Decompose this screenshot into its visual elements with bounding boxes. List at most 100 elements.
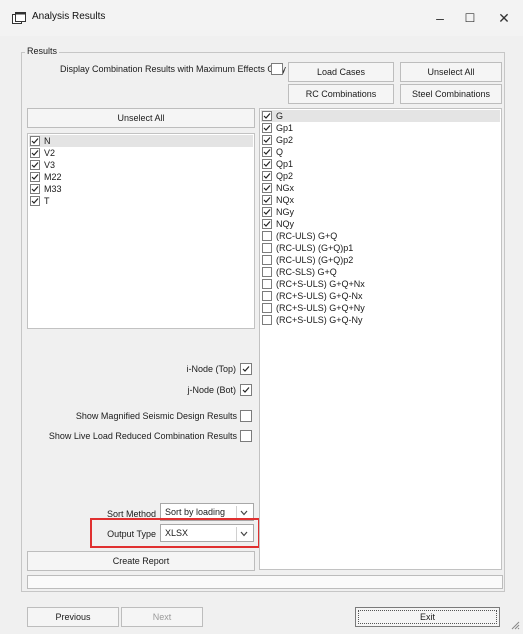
list-item[interactable]: Gp2 [262, 134, 293, 146]
output-type-value: XLSX [165, 528, 189, 538]
load-case-list[interactable]: G Gp1 Gp2 Q Qp1 Qp2 NGx NQx NGy NQy (RC-ULS) G+Q (R… [259, 108, 502, 570]
maximize-button[interactable]: ☐ [456, 8, 484, 28]
output-type-label: Output Type [107, 529, 156, 539]
rc-combinations-button[interactable]: RC Combinations [288, 84, 394, 104]
list-item[interactable]: T [30, 195, 50, 207]
list-item[interactable]: (RC-SLS) G+Q [262, 266, 337, 278]
list-item-label: N [44, 136, 51, 146]
list-item[interactable]: (RC+S-ULS) G+Q+Ny [262, 302, 365, 314]
unchecked-checkbox-icon[interactable] [262, 279, 272, 289]
i-node-checkbox[interactable] [240, 363, 252, 375]
checked-checkbox-icon[interactable] [262, 219, 272, 229]
list-item[interactable]: V2 [30, 147, 55, 159]
display-combination-checkbox[interactable] [271, 63, 283, 75]
checked-checkbox-icon[interactable] [30, 172, 40, 182]
list-item[interactable]: (RC+S-ULS) G+Q+Nx [262, 278, 365, 290]
list-item-label: (RC+S-ULS) G+Q+Ny [276, 303, 365, 313]
list-item-label: T [44, 196, 50, 206]
list-item-label: Q [276, 147, 284, 157]
minimize-button[interactable]: – [426, 8, 454, 28]
checked-checkbox-icon[interactable] [30, 136, 40, 146]
checked-checkbox-icon[interactable] [262, 207, 272, 217]
show-seismic-checkbox[interactable] [240, 410, 252, 422]
unchecked-checkbox-icon[interactable] [262, 243, 272, 253]
load-cases-button[interactable]: Load Cases [288, 62, 394, 82]
checked-checkbox-icon[interactable] [30, 196, 40, 206]
list-item[interactable]: Q [262, 146, 283, 158]
list-item-label: (RC-ULS) G+Q [276, 231, 338, 241]
checked-checkbox-icon[interactable] [262, 171, 272, 181]
checked-checkbox-icon[interactable] [262, 159, 272, 169]
exit-button[interactable]: Exit [355, 607, 500, 627]
list-item[interactable]: M22 [30, 171, 62, 183]
list-item-label: NQx [276, 195, 294, 205]
list-item[interactable]: Qp2 [262, 170, 293, 182]
list-item-label: NGy [276, 207, 294, 217]
resize-grip-icon[interactable] [510, 620, 520, 630]
app-window-icon [12, 12, 26, 24]
unchecked-checkbox-icon[interactable] [262, 291, 272, 301]
list-item[interactable]: (RC-ULS) G+Q [262, 230, 337, 242]
list-item[interactable]: M33 [30, 183, 62, 195]
list-item[interactable]: (RC+S-ULS) G+Q-Nx [262, 290, 363, 302]
unselect-all-top-button[interactable]: Unselect All [400, 62, 502, 82]
show-seismic-label: Show Magnified Seismic Design Results [75, 411, 237, 421]
previous-button[interactable]: Previous [27, 607, 119, 627]
list-item-label: (RC+S-ULS) G+Q-Ny [276, 315, 363, 325]
create-report-button[interactable]: Create Report [27, 551, 255, 571]
steel-combinations-button[interactable]: Steel Combinations [400, 84, 502, 104]
list-item[interactable]: Gp1 [262, 122, 293, 134]
list-item-label: (RC-ULS) (G+Q)p1 [276, 243, 354, 253]
checked-checkbox-icon[interactable] [262, 135, 272, 145]
unchecked-checkbox-icon[interactable] [262, 315, 272, 325]
list-item-label: M33 [44, 184, 62, 194]
j-node-label: j-Node (Bot) [187, 385, 236, 395]
list-item-label: (RC+S-ULS) G+Q+Nx [276, 279, 365, 289]
j-node-checkbox[interactable] [240, 384, 252, 396]
checked-checkbox-icon[interactable] [30, 160, 40, 170]
list-item-label: NQy [276, 219, 294, 229]
list-item-label: M22 [44, 172, 62, 182]
close-button[interactable]: ✕ [490, 8, 518, 28]
list-item[interactable]: (RC-ULS) (G+Q)p1 [262, 242, 353, 254]
checked-checkbox-icon[interactable] [262, 195, 272, 205]
list-item-label: (RC-SLS) G+Q [276, 267, 337, 277]
unselect-all-left-button[interactable]: Unselect All [27, 108, 255, 128]
list-item-label: (RC-ULS) (G+Q)p2 [276, 255, 354, 265]
checked-checkbox-icon[interactable] [30, 184, 40, 194]
list-item[interactable]: NGy [262, 206, 294, 218]
output-type-select[interactable]: XLSX [160, 524, 254, 542]
unchecked-checkbox-icon[interactable] [262, 255, 272, 265]
sort-method-value: Sort by loading [165, 507, 226, 517]
checked-checkbox-icon[interactable] [30, 148, 40, 158]
i-node-label: i-Node (Top) [186, 364, 236, 374]
list-item[interactable]: V3 [30, 159, 55, 171]
checked-checkbox-icon[interactable] [262, 123, 272, 133]
unchecked-checkbox-icon[interactable] [262, 267, 272, 277]
list-item-label: V3 [44, 160, 56, 170]
checked-checkbox-icon[interactable] [262, 183, 272, 193]
list-item[interactable]: NGx [262, 182, 294, 194]
list-item[interactable]: G [262, 110, 283, 122]
list-item[interactable]: NQx [262, 194, 294, 206]
list-item-label: V2 [44, 148, 56, 158]
next-button[interactable]: Next [121, 607, 203, 627]
list-selection-highlight [29, 135, 253, 147]
window-title: Analysis Results [32, 11, 106, 22]
unchecked-checkbox-icon[interactable] [262, 303, 272, 313]
list-item-label: Qp2 [276, 171, 294, 181]
force-component-list[interactable]: N V2 V3 M22 M33 T [27, 133, 255, 329]
list-item[interactable]: NQy [262, 218, 294, 230]
list-item[interactable]: (RC-ULS) (G+Q)p2 [262, 254, 353, 266]
checked-checkbox-icon[interactable] [262, 111, 272, 121]
show-live-load-label: Show Live Load Reduced Combination Resul… [48, 431, 237, 441]
list-item-label: Qp1 [276, 159, 294, 169]
list-item-label: G [276, 111, 284, 121]
checked-checkbox-icon[interactable] [262, 147, 272, 157]
display-combination-label: Display Combination Results with Maximum… [60, 64, 286, 74]
show-live-load-checkbox[interactable] [240, 430, 252, 442]
list-item[interactable]: Qp1 [262, 158, 293, 170]
list-item[interactable]: N [30, 135, 51, 147]
unchecked-checkbox-icon[interactable] [262, 231, 272, 241]
list-item[interactable]: (RC+S-ULS) G+Q-Ny [262, 314, 363, 326]
